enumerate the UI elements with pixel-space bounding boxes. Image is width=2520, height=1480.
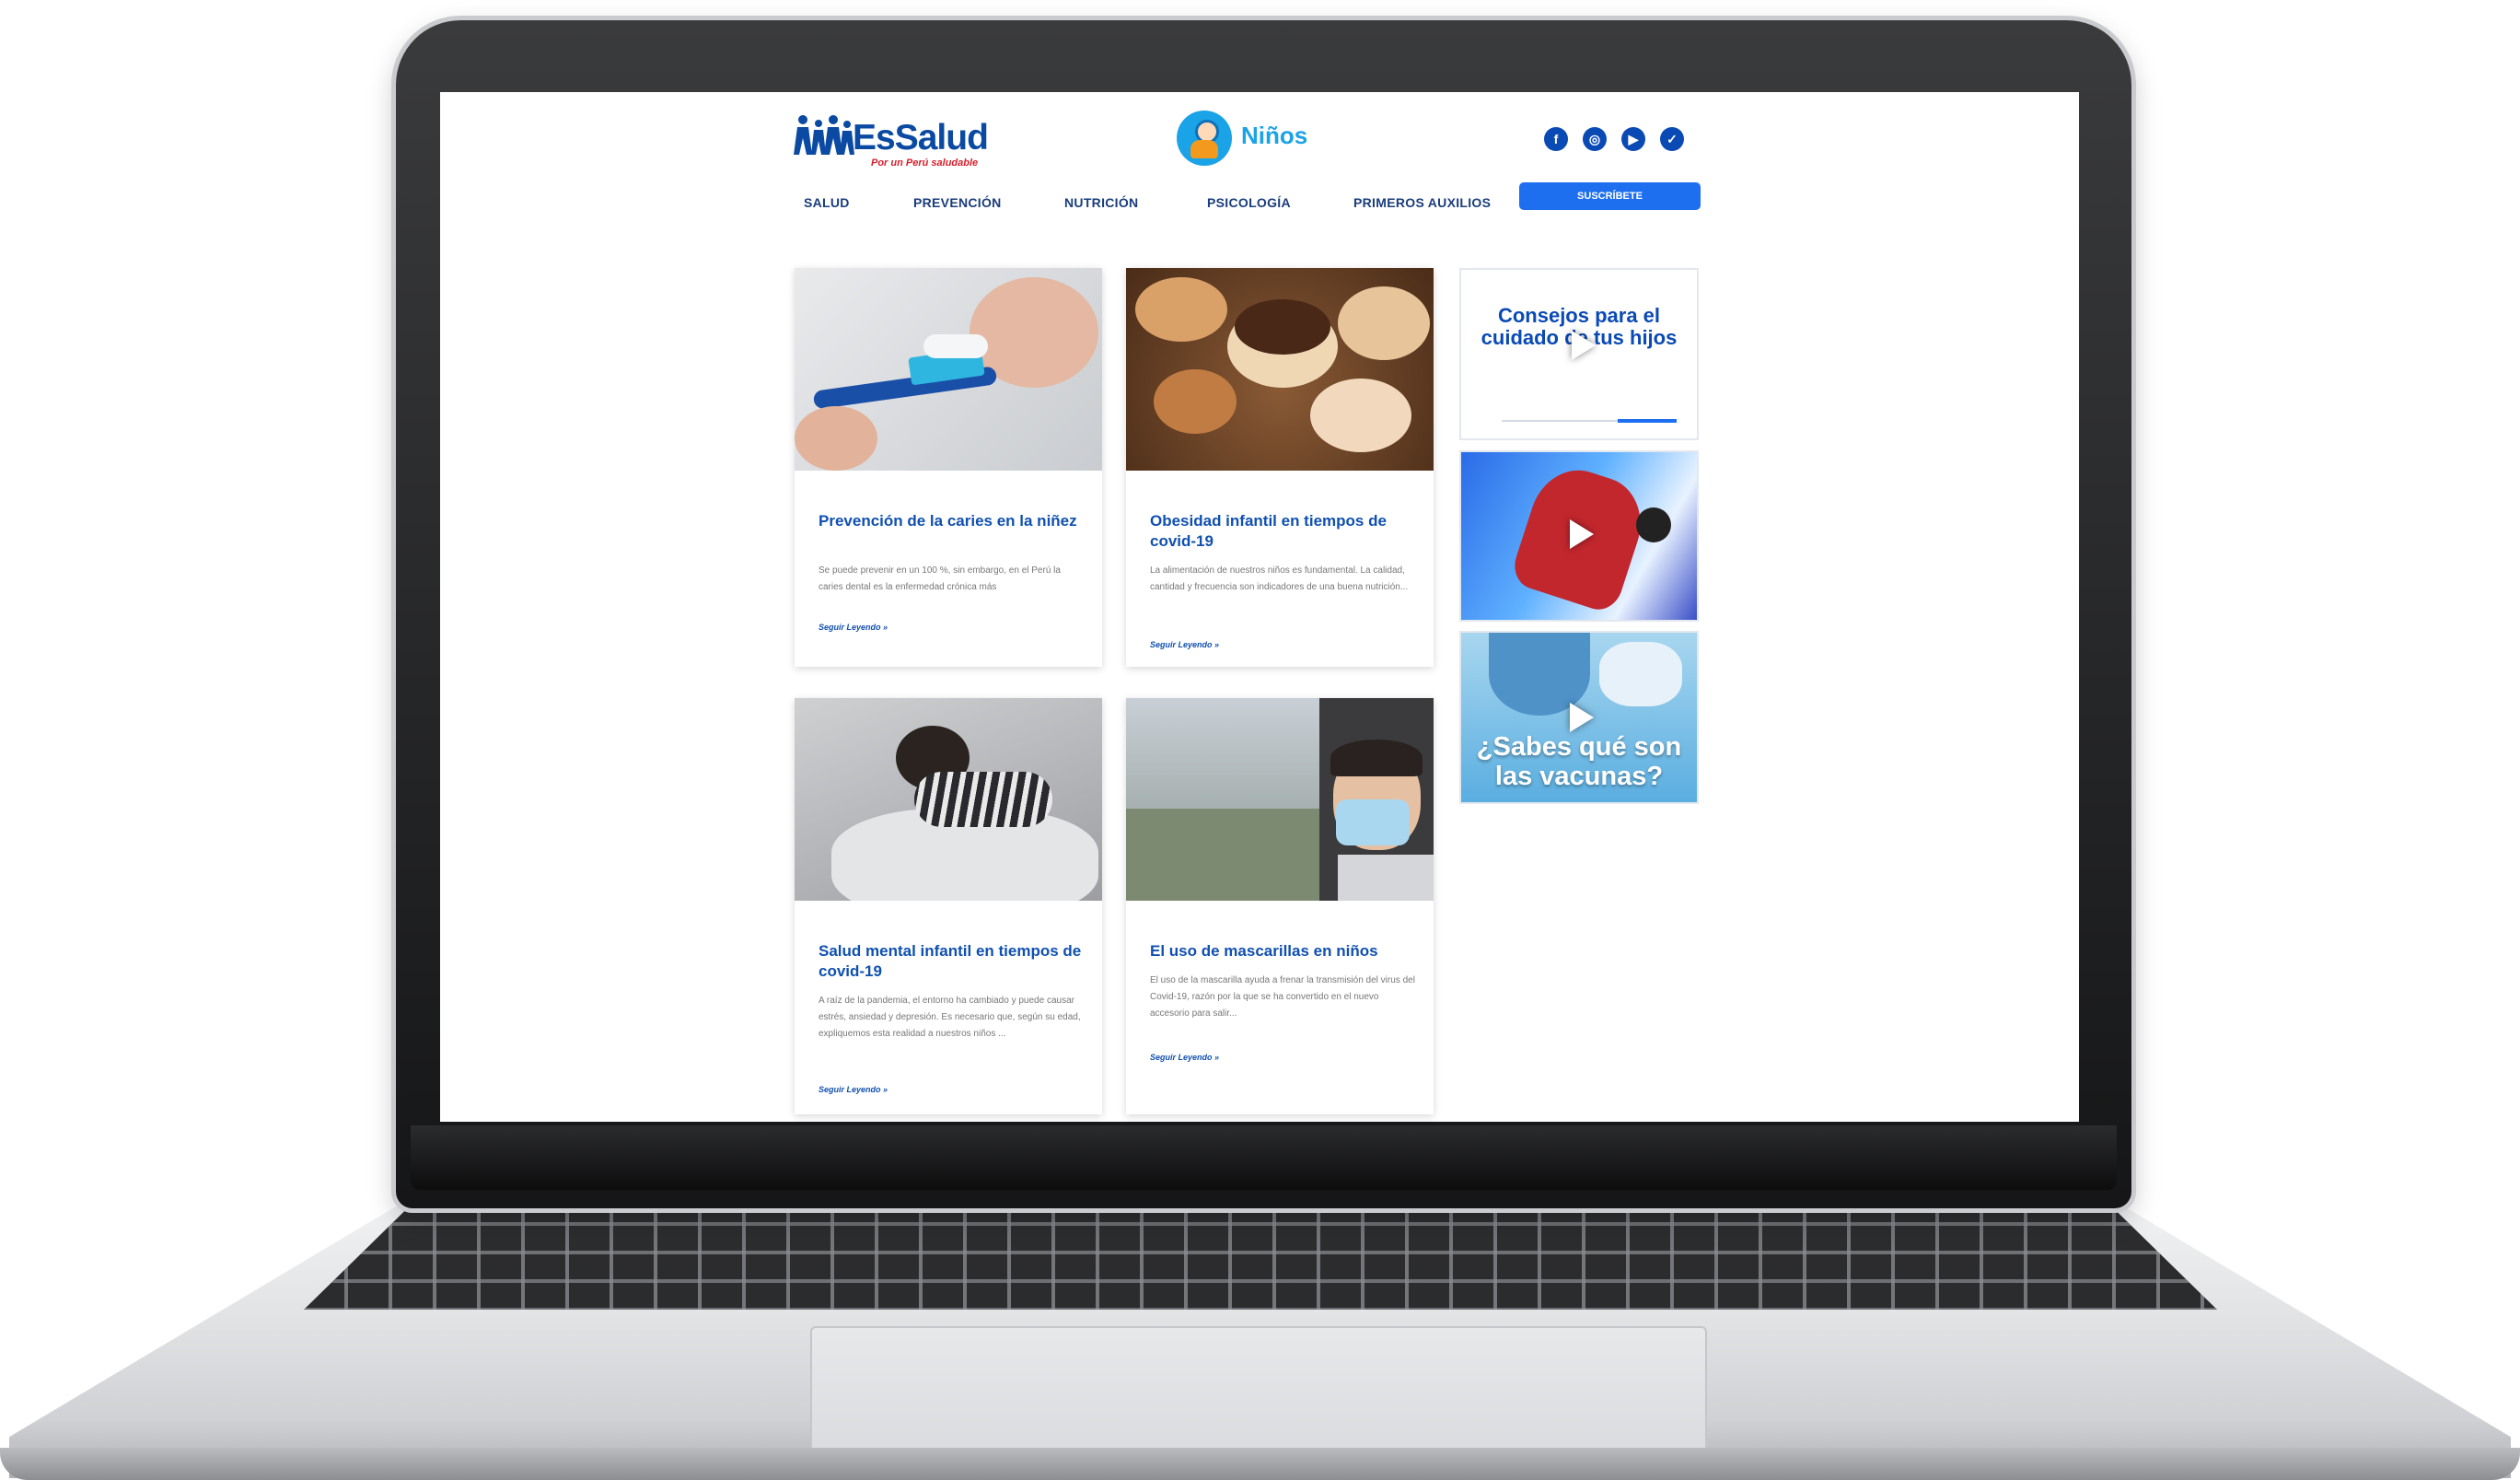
child-icon — [1177, 111, 1232, 166]
article-excerpt: La alimentación de nuestros niños es fun… — [1150, 565, 1409, 592]
video-progress-fill — [1618, 419, 1677, 423]
twitter-icon[interactable]: ✓ — [1660, 127, 1684, 151]
essalud-logo[interactable]: EsSalud Por un Perú saludable — [794, 112, 989, 169]
youtube-icon[interactable]: ▶ — [1621, 127, 1645, 151]
play-icon[interactable] — [1572, 331, 1596, 360]
article-card[interactable]: Prevención de la caries en la niñez Se p… — [795, 268, 1102, 667]
laptop-base-edge — [0, 1448, 2520, 1480]
article-title[interactable]: Salud mental infantil en tiempos de covi… — [819, 941, 1086, 982]
video-thumbnail[interactable] — [1459, 450, 1699, 622]
article-title[interactable]: Obesidad infantil en tiempos de covid-19 — [1150, 511, 1417, 552]
nav-item-nutricion[interactable]: NUTRICIÓN — [1064, 195, 1138, 210]
laptop-keyboard-rows — [304, 1197, 2217, 1310]
donuts-image — [1126, 268, 1434, 471]
article-card[interactable]: Obesidad infantil en tiempos de covid-19… — [1126, 268, 1434, 667]
section-badge[interactable]: Niños — [1177, 111, 1324, 168]
read-more-link[interactable]: Seguir Leyendo » — [819, 1085, 888, 1094]
child-in-bed-image — [795, 698, 1102, 901]
read-more-link[interactable]: Seguir Leyendo » — [1150, 1053, 1219, 1062]
toothbrush-image — [795, 268, 1102, 471]
laptop-screen: EsSalud Por un Perú saludable Niños f ◎ ▶ ✓… — [440, 92, 2079, 1122]
facebook-icon[interactable]: f — [1544, 127, 1568, 151]
article-excerpt: Se puede prevenir en un 100 %, sin embar… — [819, 565, 1061, 592]
brand-name: EsSalud — [853, 118, 989, 157]
video-thumbnail[interactable]: ¿Sabes qué son las vacunas? — [1459, 631, 1699, 804]
video-title: ¿Sabes qué son las vacunas? — [1476, 732, 1682, 791]
read-more-link[interactable]: Seguir Leyendo » — [819, 623, 888, 632]
nav-item-psicologia[interactable]: PSICOLOGÍA — [1207, 195, 1291, 210]
nav-item-salud[interactable]: SALUD — [804, 195, 850, 210]
hand-illustration — [1599, 642, 1682, 706]
child-with-mask-image — [1126, 698, 1434, 901]
brand-tagline: Por un Perú saludable — [871, 157, 979, 169]
play-icon[interactable] — [1570, 519, 1594, 549]
social-links: f ◎ ▶ ✓ — [1544, 127, 1691, 155]
video-thumbnail[interactable]: Consejos para el cuidado de tus hijos — [1459, 268, 1699, 440]
article-title[interactable]: El uso de mascarillas en niños — [1150, 941, 1417, 961]
laptop-bezel — [411, 1125, 2117, 1190]
play-icon[interactable] — [1570, 703, 1594, 732]
article-card[interactable]: El uso de mascarillas en niños El uso de… — [1126, 698, 1434, 1114]
article-excerpt: El uso de la mascarilla ayuda a frenar l… — [1150, 975, 1415, 1019]
article-title[interactable]: Prevención de la caries en la niñez — [819, 511, 1086, 531]
subscribe-button[interactable]: SUSCRÍBETE — [1519, 182, 1701, 210]
virus-illustration — [1636, 507, 1671, 542]
nav-item-primeros-auxilios[interactable]: PRIMEROS AUXILIOS — [1353, 195, 1491, 210]
article-card[interactable]: Salud mental infantil en tiempos de covi… — [795, 698, 1102, 1114]
instagram-icon[interactable]: ◎ — [1583, 127, 1607, 151]
nav-item-prevencion[interactable]: PREVENCIÓN — [913, 195, 1002, 210]
family-logo-icon — [794, 115, 854, 155]
article-excerpt: A raíz de la pandemia, el entorno ha cam… — [819, 996, 1081, 1039]
section-name: Niños — [1241, 122, 1308, 149]
read-more-link[interactable]: Seguir Leyendo » — [1150, 640, 1219, 649]
